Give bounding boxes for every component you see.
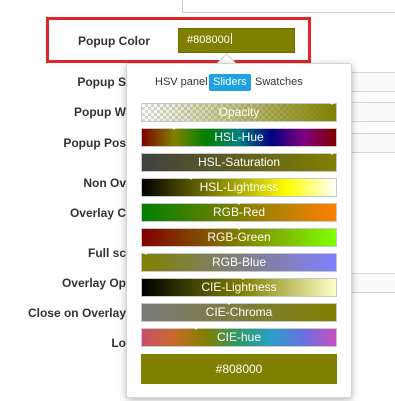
cie-chroma-handle[interactable] (223, 298, 236, 305)
rgb-blue-handle[interactable] (140, 248, 152, 255)
cie-hue-slider-label: CIE-hue (216, 330, 262, 344)
hsl-hue-handle[interactable] (168, 123, 181, 130)
hsl-hue-slider[interactable]: HSL-Hue (141, 123, 337, 147)
overlay-opacity-label: Overlay Op (61, 276, 126, 290)
tab-sliders[interactable]: Sliders (209, 74, 251, 91)
current-color-swatch: #808000 (141, 354, 337, 384)
rgb-red-handle[interactable] (233, 198, 246, 205)
rgb-red-slider-label: RGB-Red (212, 205, 265, 219)
lock-label: Lo (111, 336, 126, 350)
cie-hue-slider[interactable]: CIE-hue (141, 323, 337, 347)
hsl-lightness-slider[interactable]: HSL-Lightness (141, 173, 337, 197)
rgb-green-slider[interactable]: RGB-Green (141, 223, 337, 247)
popup-color-value: #808000 (187, 34, 230, 46)
tab-hsv-panel[interactable]: HSV panel (151, 74, 212, 91)
rgb-blue-slider-label: RGB-Blue (211, 255, 267, 269)
cie-chroma-slider[interactable]: CIE-Chroma (141, 298, 337, 322)
close-on-overlay-label: Close on Overlay (27, 306, 126, 320)
non-overlay-label: Non Ov (83, 176, 126, 190)
cie-lightness-slider[interactable]: CIE-Lightness (141, 273, 337, 297)
popup-size-label: Popup S (77, 75, 126, 89)
cie-chroma-slider-label: CIE-Chroma (205, 305, 273, 319)
popup-color-input[interactable]: #808000 (178, 28, 295, 53)
opacity-handle[interactable] (326, 98, 338, 105)
rgb-red-slider[interactable]: RGB-Red (141, 198, 337, 222)
opacity-slider-label: Opacity (218, 105, 260, 119)
rgb-green-slider-label: RGB-Green (207, 230, 271, 244)
hsl-lightness-slider-label: HSL-Lightness (199, 180, 279, 194)
top-input-field[interactable] (182, 0, 395, 13)
rgb-green-handle[interactable] (233, 223, 246, 230)
opacity-slider[interactable]: Opacity (141, 98, 338, 122)
text-caret (230, 33, 232, 44)
cie-lightness-handle[interactable] (236, 273, 249, 280)
cie-lightness-slider-label: CIE-Lightness (201, 280, 277, 294)
hsl-saturation-slider[interactable]: HSL-Saturation (141, 148, 338, 172)
tab-swatches[interactable]: Swatches (251, 74, 307, 91)
popup-width-label: Popup W (74, 105, 126, 119)
color-picker-popup: HSV panel Sliders Swatches Opacity HSL-H… (126, 63, 352, 398)
overlay-color-label: Overlay C (69, 206, 126, 220)
hsl-saturation-handle[interactable] (326, 148, 338, 155)
hsl-lightness-handle[interactable] (184, 173, 197, 180)
picker-tabs: HSV panel Sliders Swatches (127, 74, 351, 92)
hsl-hue-slider-label: HSL-Hue (214, 130, 264, 144)
rgb-blue-slider[interactable]: RGB-Blue (140, 248, 337, 272)
popup-position-label: Popup Pos (63, 136, 126, 150)
full-screen-label: Full sc (87, 246, 126, 260)
hsl-saturation-slider-label: HSL-Saturation (197, 155, 281, 169)
cie-hue-handle[interactable] (190, 323, 203, 330)
